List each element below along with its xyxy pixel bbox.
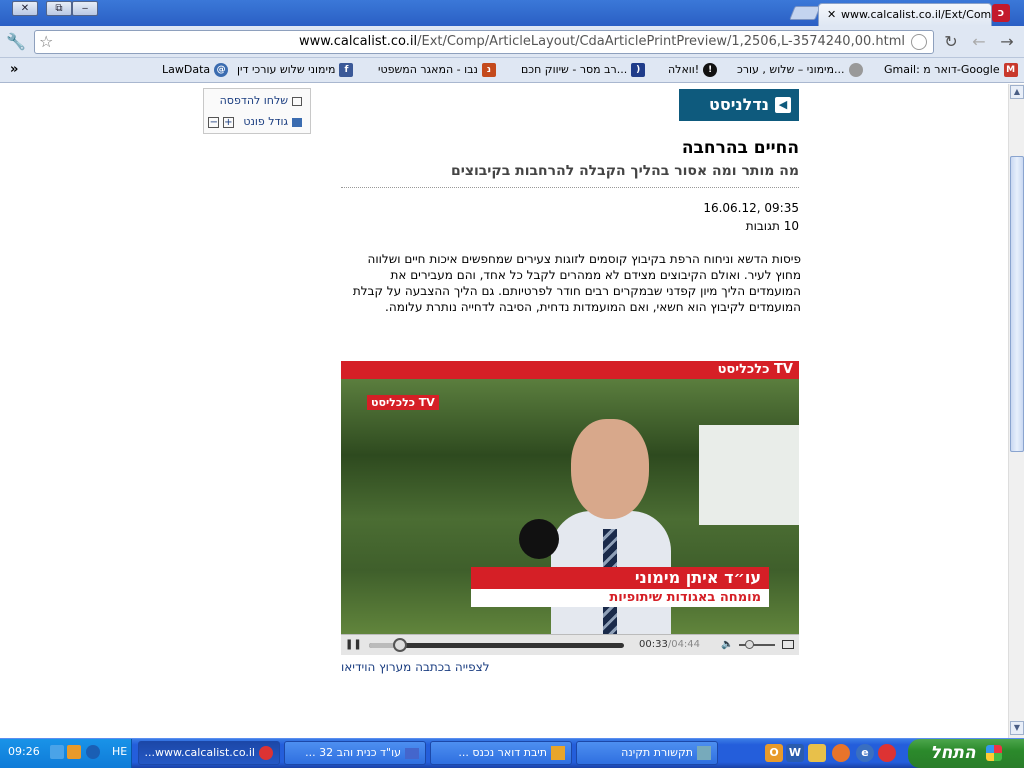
- video-player[interactable]: כלכליסט TV כלכליסט TV עו״ד איתן מימוני מ…: [341, 361, 799, 655]
- calcalist-app-icon: כ: [992, 4, 1010, 22]
- body-line: המועמדים הליך מיון קפדני שבמקרים רבים חו…: [352, 284, 801, 298]
- restore-window-button[interactable]: ⧉: [46, 1, 72, 16]
- outlook-quicklaunch-icon[interactable]: O: [765, 744, 783, 762]
- forward-icon[interactable]: →: [998, 33, 1016, 51]
- arrow-left-icon: ◀: [775, 97, 791, 113]
- scroll-down-icon[interactable]: ▼: [1010, 721, 1024, 735]
- vertical-scrollbar[interactable]: ▲ ▼: [1008, 84, 1024, 738]
- tab-close-icon[interactable]: ✕: [827, 4, 836, 25]
- body-line: המועמדים לקיבוץ הוא חשאי, ואם המועמדות נ…: [385, 300, 801, 314]
- gmail-icon: M: [1003, 63, 1018, 77]
- url-text: www.calcalist.co.il/Ext/Comp/ArticleLayo…: [298, 34, 905, 49]
- outlook-icon: [551, 746, 565, 760]
- video-frame[interactable]: כלכליסט TV עו״ד איתן מימוני מומחה באגודו…: [341, 379, 799, 641]
- reload-icon[interactable]: ↻: [942, 33, 960, 51]
- volume-icon[interactable]: 🔈: [721, 638, 733, 652]
- divider: [341, 187, 799, 188]
- ie-quicklaunch-icon[interactable]: e: [856, 744, 874, 762]
- volume-slider[interactable]: [739, 638, 775, 652]
- back-icon[interactable]: ←: [970, 33, 988, 51]
- speaker-title: מומחה באגודות שיתופיות: [471, 589, 769, 607]
- page-content: שלחו להדפסה גודל פונט + − נדלניסט ◀ החיי…: [0, 84, 1008, 738]
- task-chrome[interactable]: www.calcalist.co.il...: [138, 741, 280, 765]
- task-outlook[interactable]: תיבת דואר נכנס ...: [430, 741, 572, 765]
- printer-icon: [292, 96, 302, 106]
- firefox-quicklaunch-icon[interactable]: [832, 744, 850, 762]
- fullscreen-button[interactable]: [781, 638, 795, 652]
- article-subhead: מה מותר ומה אסור בהליך הקבלה להרחבות בקי…: [450, 163, 799, 179]
- body-line: מחוץ לעיר. ואולם הקיבוצים מצידם לא ממהרי…: [390, 268, 801, 282]
- minimize-window-button[interactable]: ‒: [72, 1, 98, 16]
- background-building: [699, 425, 799, 525]
- bookmark-gmail[interactable]: Gmail: דואר מ-Google M: [884, 62, 1018, 78]
- progress-bar[interactable]: [369, 643, 624, 648]
- font-icon: [292, 117, 302, 127]
- speaker-name: עו״ד איתן מימוני: [471, 567, 769, 589]
- nevo-icon: נ: [481, 63, 496, 77]
- browser-tab[interactable]: ✕ www.calcalist.co.il/Ext/Comp/: [818, 3, 992, 26]
- bookmark-ravmeser[interactable]: רב מסר - שיווק חכם...): [521, 62, 646, 78]
- task-network[interactable]: תקשורת תקינה: [576, 741, 718, 765]
- bookmark-mimoni-facebook[interactable]: מימוני שלוש עורכי דין f: [237, 62, 354, 78]
- body-line: פיסות הדשא וניחוח הרפת בקיבוץ קוסמים לזו…: [367, 252, 801, 266]
- bookmark-mimoni[interactable]: מימוני – שלוש , עורכ...: [737, 62, 863, 78]
- chrome-quicklaunch-icon[interactable]: [878, 744, 896, 762]
- font-size-control: גודל פונט + −: [208, 115, 302, 128]
- scroll-thumb[interactable]: [1010, 156, 1024, 452]
- tab-title: www.calcalist.co.il/Ext/Comp/: [841, 8, 992, 21]
- windows-logo-icon: [985, 745, 1002, 761]
- pause-button[interactable]: ❚❚: [345, 638, 362, 652]
- microphone-icon: [519, 519, 559, 559]
- clock[interactable]: 09:26: [8, 745, 40, 758]
- lawdata-icon: @: [214, 63, 229, 77]
- globe-icon: [911, 34, 927, 50]
- folder-quicklaunch-icon[interactable]: [808, 744, 826, 762]
- chrome-icon: [259, 746, 273, 760]
- bookmark-walla[interactable]: וואלה!!: [668, 62, 718, 78]
- article-date: 09:35 ,16.06.12: [703, 201, 799, 215]
- wrench-icon[interactable]: 🔧: [6, 33, 26, 51]
- window-icon: [405, 747, 419, 759]
- font-decrease-button[interactable]: −: [208, 116, 220, 128]
- language-indicator[interactable]: HE: [112, 745, 127, 758]
- bookmarks-overflow-button[interactable]: »: [10, 62, 18, 78]
- print-link[interactable]: שלחו להדפסה: [220, 94, 302, 107]
- word-quicklaunch-icon[interactable]: W: [786, 744, 804, 762]
- arrow-tray-icon[interactable]: [86, 745, 100, 759]
- network-tray-icon[interactable]: [50, 745, 64, 759]
- responses-count[interactable]: 10 תגובות: [746, 219, 799, 233]
- walla-icon: !: [703, 63, 718, 77]
- nadlanist-logo: נדלניסט ◀: [679, 89, 799, 121]
- outlook-tray-icon[interactable]: [67, 745, 81, 759]
- article-headline: החיים בהרחבה: [681, 138, 799, 158]
- article-body: פיסות הדשא וניחוח הרפת בקיבוץ קוסמים לזו…: [341, 251, 801, 315]
- video-controls: ❚❚ 00:33/04:44 🔈: [341, 634, 799, 655]
- address-bar[interactable]: ☆ www.calcalist.co.il/Ext/Comp/ArticleLa…: [34, 30, 934, 54]
- channel-tag: כלכליסט TV: [367, 395, 439, 410]
- progress-handle[interactable]: [392, 638, 407, 652]
- bookmark-lawdata[interactable]: LawData @: [162, 62, 229, 78]
- start-button[interactable]: התחל: [908, 739, 1024, 768]
- facebook-icon: f: [339, 63, 354, 77]
- close-window-button[interactable]: ✕: [12, 1, 38, 16]
- print-tools: שלחו להדפסה גודל פונט + −: [203, 88, 311, 134]
- video-header: כלכליסט TV: [341, 361, 799, 379]
- font-increase-button[interactable]: +: [222, 116, 234, 128]
- bookmark-nevo[interactable]: נבו - המאגר המשפטי נ: [378, 62, 496, 78]
- ravmeser-icon: ): [631, 63, 646, 77]
- star-icon[interactable]: ☆: [39, 32, 53, 51]
- bookmarks-bar: [0, 58, 1024, 83]
- watch-video-link[interactable]: לצפייה בכתבה מערוץ הוידיאו: [341, 660, 490, 674]
- network-icon: [697, 746, 711, 760]
- globe-icon: [848, 63, 863, 77]
- time-display: 00:33/04:44: [639, 639, 701, 650]
- task-document[interactable]: עו"ד כנית והב 32 ...: [284, 741, 426, 765]
- scroll-up-icon[interactable]: ▲: [1010, 85, 1024, 99]
